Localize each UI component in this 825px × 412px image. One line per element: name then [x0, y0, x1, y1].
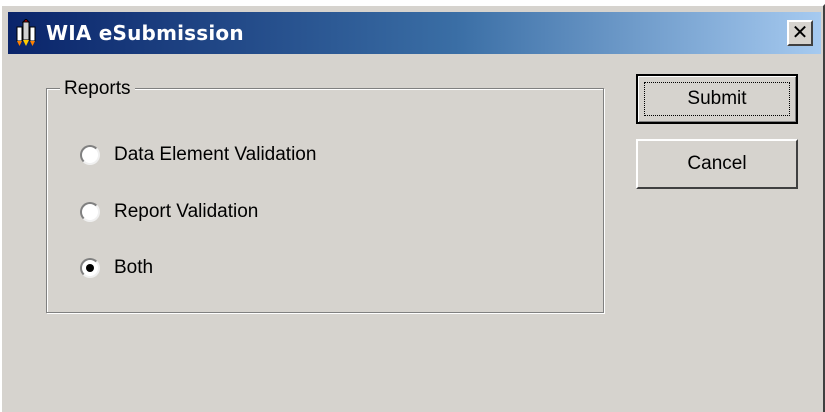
focus-rectangle: [644, 82, 790, 116]
rocket-icon: [16, 19, 36, 46]
window-title: WIA eSubmission: [46, 21, 244, 45]
radio-dot: [86, 264, 94, 272]
radio-button[interactable]: [80, 145, 100, 165]
radio-button-selected[interactable]: [80, 258, 100, 278]
submit-button[interactable]: Submit: [636, 74, 798, 124]
title-bar[interactable]: WIA eSubmission ✕: [8, 12, 821, 54]
reports-group-legend: Reports: [60, 78, 135, 100]
radio-label: Data Element Validation: [114, 144, 317, 165]
radio-report-validation[interactable]: Report Validation: [80, 199, 258, 225]
radio-data-element-validation[interactable]: Data Element Validation: [80, 142, 316, 168]
dialog-window: WIA eSubmission ✕ Reports Data Element V…: [0, 4, 825, 412]
cancel-button-label: Cancel: [687, 153, 747, 174]
cancel-button[interactable]: Cancel: [636, 139, 798, 189]
radio-both[interactable]: Both: [80, 255, 153, 281]
radio-label: Both: [114, 257, 154, 278]
close-button[interactable]: ✕: [787, 20, 813, 46]
close-icon: ✕: [791, 20, 809, 44]
radio-label: Report Validation: [114, 201, 259, 222]
radio-button[interactable]: [80, 202, 100, 222]
